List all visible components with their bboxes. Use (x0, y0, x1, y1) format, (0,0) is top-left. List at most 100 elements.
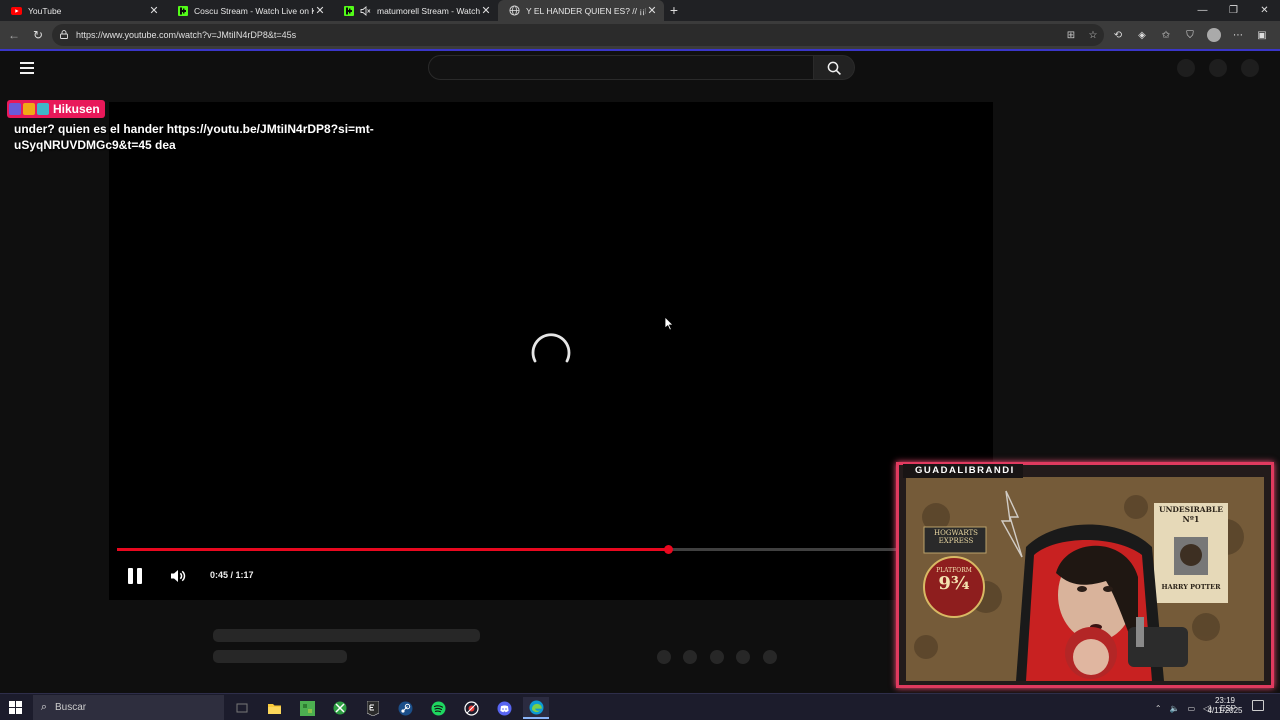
profile-avatar-icon[interactable] (1207, 28, 1221, 42)
accent-line (0, 49, 1280, 51)
mouse-cursor-icon (664, 316, 674, 331)
channel-skeleton (213, 650, 347, 663)
tab-coscu[interactable]: Coscu Stream - Watch Live on Kick ✕ (166, 0, 332, 21)
spotify-icon[interactable] (425, 697, 451, 719)
progress-bar[interactable] (117, 545, 987, 554)
app-available-icon[interactable]: ⊞ (1060, 30, 1082, 41)
close-icon[interactable]: ✕ (646, 5, 658, 17)
tray-overflow-icon[interactable]: ⌃ (1155, 704, 1162, 713)
close-icon[interactable]: ✕ (480, 5, 492, 17)
crown-badge-icon (23, 103, 35, 115)
sub-badge-icon (37, 103, 49, 115)
tab-matumorell[interactable]: matumorell Stream - Watch Live ✕ (332, 0, 498, 21)
address-bar-row: ← ↻ https://www.youtube.com/watch?v=JMti… (0, 21, 1280, 49)
search-button[interactable] (813, 55, 855, 80)
favorite-star-icon[interactable]: ☆ (1082, 30, 1104, 41)
steam-icon[interactable] (392, 697, 418, 719)
prime-badge-icon (9, 103, 21, 115)
poster-undesirable-title: UNDESIRABLE (1159, 505, 1223, 514)
masthead-placeholder-icon[interactable] (1177, 59, 1195, 77)
taskbar-search[interactable]: ⌕ Buscar (33, 695, 224, 720)
new-tab-button[interactable]: + (664, 0, 684, 21)
network-icon[interactable]: ▭ (1188, 704, 1196, 713)
tab-title: YouTube (28, 5, 62, 16)
sidebar-toggle-icon[interactable]: ▣ (1250, 30, 1274, 41)
extensions-icon[interactable]: ⟲ (1106, 30, 1130, 41)
volume-button[interactable] (169, 567, 187, 585)
youtube-icon (11, 5, 22, 16)
poster-hogwarts: HOGWARTS EXPRESS (926, 529, 986, 545)
time-display: 0:45 / 1:17 (210, 570, 254, 580)
refresh-icon[interactable]: ↻ (26, 23, 50, 47)
screen: YouTube ✕ Coscu Stream - Watch Live on K… (0, 0, 1280, 720)
poster-platform-number: 9¾ (938, 573, 970, 594)
poster-hogwarts-line2: EXPRESS (938, 537, 974, 545)
restore-icon[interactable]: ❐ (1218, 0, 1249, 21)
kick-icon (177, 5, 188, 16)
globe-icon (509, 5, 520, 16)
edge-icon[interactable] (523, 697, 549, 719)
lock-icon[interactable] (52, 29, 76, 41)
poster-platform: PLATFORM 9¾ (924, 567, 984, 594)
discord-icon[interactable] (491, 697, 517, 719)
speaker-tray-icon[interactable]: 🔈 (1170, 704, 1180, 713)
taskbar-search-placeholder: Buscar (55, 702, 87, 713)
masthead-placeholder-icon[interactable] (1241, 59, 1259, 77)
tab-title: matumorell Stream - Watch Live (377, 5, 480, 16)
poster-undesirable: UNDESIRABLE Nº1 (1154, 505, 1228, 524)
action-placeholder-icon (710, 650, 724, 664)
clock-time: 23:19 (1214, 696, 1236, 705)
masthead-placeholder-icon[interactable] (1209, 59, 1227, 77)
toolbar-icons: ⟲ ◈ ✩ ⛉ ⋯ ▣ (1106, 24, 1274, 46)
window-controls: — ❐ ✕ (1187, 0, 1280, 21)
tab-youtube[interactable]: YouTube ✕ (0, 0, 166, 21)
loading-spinner-icon (531, 333, 571, 363)
windows-start-icon[interactable] (9, 701, 22, 714)
tab-title: Coscu Stream - Watch Live on Kick (194, 5, 314, 16)
xbox-icon[interactable] (327, 697, 353, 719)
epic-games-icon[interactable] (360, 697, 386, 719)
close-window-icon[interactable]: ✕ (1249, 0, 1280, 21)
search-input[interactable] (428, 55, 814, 80)
favorites-icon[interactable]: ✩ (1154, 30, 1178, 41)
pause-button[interactable] (126, 566, 144, 586)
omnibox[interactable]: https://www.youtube.com/watch?v=JMtiIN4r… (52, 24, 1104, 46)
title-skeleton (213, 629, 480, 642)
back-icon[interactable]: ← (2, 23, 26, 47)
chat-username-badge: Hikusen (7, 100, 105, 118)
file-explorer-icon[interactable] (261, 697, 287, 719)
chat-message: under? quien es el hander https://youtu.… (14, 122, 374, 152)
webcam-feed: HOGWARTS EXPRESS PLATFORM 9¾ UNDESIRABLE… (906, 477, 1264, 681)
poster-hogwarts-line1: HOGWARTS (934, 529, 978, 537)
clock-date: 4/11/2025 (1207, 706, 1243, 715)
webcam-streamer-label: GUADALIBRANDI (903, 464, 1023, 478)
media-player-icon[interactable] (458, 697, 484, 719)
action-placeholder-icon (657, 650, 671, 664)
poster-undesirable-name: HARRY POTTER (1161, 583, 1221, 591)
close-icon[interactable]: ✕ (314, 5, 326, 17)
muted-speaker-icon[interactable] (360, 5, 371, 16)
action-placeholder-icon (763, 650, 777, 664)
minecraft-icon[interactable] (294, 697, 320, 719)
minimize-icon[interactable]: — (1187, 0, 1218, 21)
progress-played (117, 548, 668, 551)
tab-strip: YouTube ✕ Coscu Stream - Watch Live on K… (0, 0, 1280, 21)
chat-username: Hikusen (53, 102, 100, 116)
tab-active-video[interactable]: Y EL HANDER QUIEN ES? // ¡¡INC ✕ (498, 0, 664, 21)
hamburger-menu-icon[interactable] (20, 62, 34, 74)
tab-title: Y EL HANDER QUIEN ES? // ¡¡INC (526, 5, 646, 16)
speaker-icon (171, 570, 186, 582)
copilot-icon[interactable]: ◈ (1130, 30, 1154, 41)
taskbar: ⌕ Buscar ⌃ 🔈 ▭ ◁) ESP (0, 693, 1280, 720)
notification-center-icon[interactable] (1252, 700, 1264, 711)
url-text[interactable]: https://www.youtube.com/watch?v=JMtiIN4r… (76, 30, 1060, 40)
task-view-icon[interactable] (229, 697, 255, 719)
progress-scrubber[interactable] (664, 545, 673, 554)
search-icon (827, 61, 841, 75)
action-placeholder-icon (736, 650, 750, 664)
browser-essentials-icon[interactable]: ⛉ (1178, 30, 1202, 41)
close-icon[interactable]: ✕ (148, 5, 160, 17)
more-icon[interactable]: ⋯ (1226, 30, 1250, 41)
taskbar-clock[interactable]: 23:19 4/11/2025 (1200, 696, 1250, 716)
kick-icon (343, 5, 354, 16)
